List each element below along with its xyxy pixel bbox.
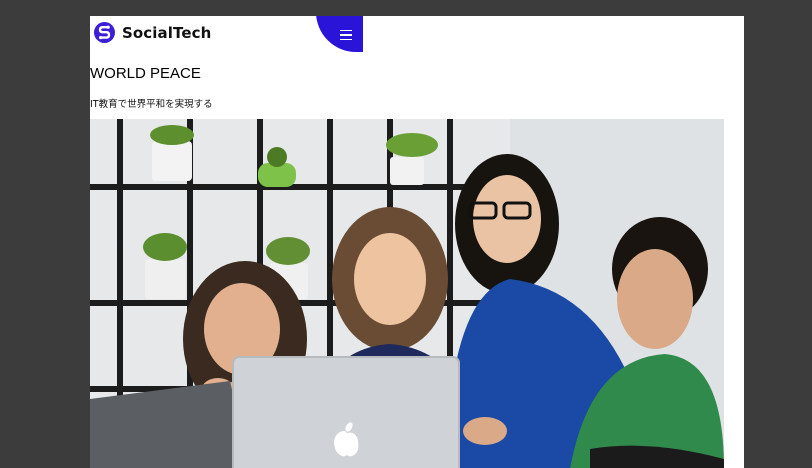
team-photo [90,119,724,468]
hamburger-menu-icon [340,30,352,43]
page: SocialTech WORLD PEACE IT教育で世界平和を実現する [90,16,744,468]
menu-button[interactable] [316,16,363,52]
page-subtitle: IT教育で世界平和を実現する [90,99,213,110]
brand-name: SocialTech [122,23,212,42]
page-title: WORLD PEACE [90,65,201,82]
logo-s-icon [94,22,115,43]
hero-image [90,119,724,468]
brand-logo[interactable]: SocialTech [94,22,211,43]
site-header: SocialTech [90,16,744,60]
